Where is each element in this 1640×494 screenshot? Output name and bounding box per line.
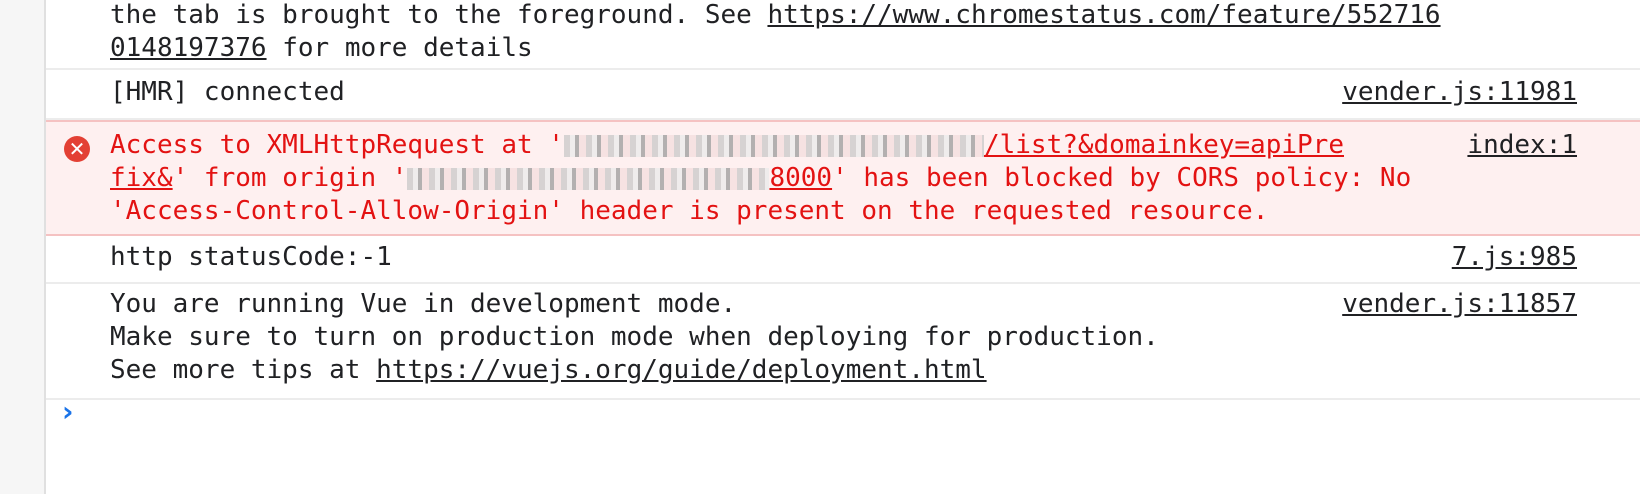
message-text-part: the tab is brought to the foreground. Se… <box>110 0 768 30</box>
error-text-part: ' from origin ' <box>172 163 408 193</box>
console-error-message: ✕ Access to XMLHttpRequest at ' /list?&do… <box>46 120 1640 236</box>
vue-docs-link[interactable]: https://vuejs.org/guide/deployment.html <box>376 355 986 385</box>
console-message: http statusCode:-1 7.js:985 <box>46 236 1640 284</box>
message-text-part: See more tips at <box>110 355 377 385</box>
error-text: Access to XMLHttpRequest at ' /list?&doma… <box>110 129 1411 228</box>
redacted-origin <box>407 167 770 190</box>
message-text-part: You are running Vue in development mode. <box>110 289 737 319</box>
error-circle-icon: ✕ <box>64 136 90 162</box>
chromestatus-link-cont[interactable]: 0148197376 <box>110 33 267 63</box>
message-text: http statusCode:-1 <box>110 242 392 272</box>
message-text: the tab is brought to the foreground. Se… <box>110 0 1441 65</box>
console-message: [HMR] connected vender.js:11981 <box>46 70 1640 120</box>
message-text-part: Make sure to turn on production mode whe… <box>110 322 1159 352</box>
error-text-part: 'Access-Control-Allow-Origin' header is … <box>110 196 1269 226</box>
source-link[interactable]: index:1 <box>1467 129 1577 162</box>
console-message: the tab is brought to the foreground. Se… <box>46 0 1640 70</box>
source-link[interactable]: vender.js:11981 <box>1342 76 1577 109</box>
message-text-part: for more details <box>266 33 533 63</box>
chromestatus-link[interactable]: https://www.chromestatus.com/feature/552… <box>767 0 1440 30</box>
error-text-part: ' has been blocked by CORS policy: No <box>832 163 1412 193</box>
console-message: You are running Vue in development mode.… <box>46 284 1640 400</box>
error-text-part: Access to XMLHttpRequest at ' <box>110 130 564 160</box>
redacted-url <box>563 134 984 157</box>
source-link[interactable]: 7.js:985 <box>1452 241 1577 274</box>
chevron-right-icon[interactable]: › <box>62 395 74 428</box>
message-text: [HMR] connected <box>110 77 345 107</box>
request-url-link-cont[interactable]: fix& <box>110 163 173 193</box>
console-gutter <box>0 0 46 494</box>
source-link[interactable]: vender.js:11857 <box>1342 288 1577 321</box>
devtools-console: the tab is brought to the foreground. Se… <box>0 0 1640 494</box>
request-url-link[interactable]: /list?&domainkey=apiPre <box>984 130 1344 160</box>
message-text: You are running Vue in development mode.… <box>110 288 1159 387</box>
origin-link[interactable]: 8000 <box>769 163 832 193</box>
